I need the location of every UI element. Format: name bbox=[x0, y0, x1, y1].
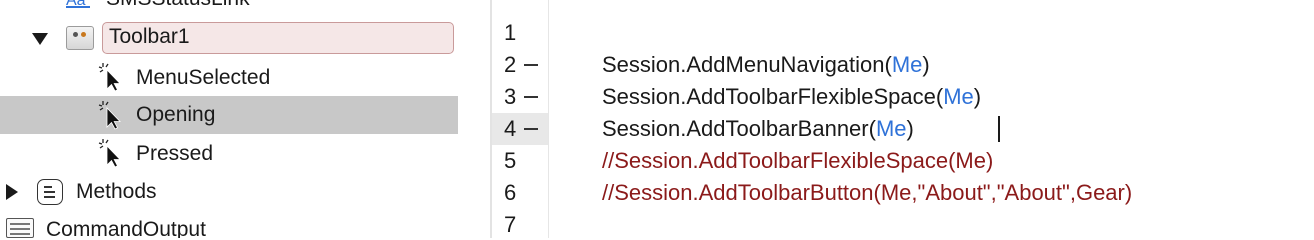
text-caret bbox=[998, 116, 1000, 142]
code-comment-line[interactable]: //Session.AddToolbarFlexibleSpace(Me) bbox=[602, 145, 993, 177]
keyword-token: Me bbox=[875, 116, 907, 141]
line-number-current: 4 bbox=[492, 113, 548, 145]
line-number: 7 bbox=[504, 212, 517, 237]
event-label: MenuSelected bbox=[136, 66, 271, 89]
nav-item-label: CommandOutput bbox=[46, 218, 206, 238]
nav-event-opening[interactable]: Opening bbox=[0, 96, 458, 134]
nav-item-label: Methods bbox=[76, 180, 157, 203]
text-label-icon: Aa bbox=[66, 0, 90, 8]
nav-item-smsstatuslink[interactable]: Aa SMSStatusLink bbox=[0, 0, 490, 18]
line-number: 1 bbox=[504, 20, 517, 45]
line-number: 5 bbox=[504, 148, 517, 173]
code-line[interactable]: Session.AddToolbarFlexibleSpace(Me) bbox=[602, 81, 981, 113]
keyword-token: Me bbox=[943, 84, 974, 109]
event-label: Opening bbox=[136, 103, 216, 126]
line-number: 2 bbox=[492, 49, 548, 81]
window-icon bbox=[6, 218, 34, 238]
gutter-separator bbox=[548, 0, 549, 238]
line-number-gutter: 1 2 3 4 5 6 7 bbox=[492, 0, 548, 238]
code-comment-line[interactable]: //Session.AddToolbarButton(Me,"About","A… bbox=[602, 177, 1132, 209]
code-editor[interactable]: 1 2 3 4 5 6 7 Session.AddMenuNavigation(… bbox=[492, 0, 1314, 238]
nav-item-methods[interactable]: Methods bbox=[0, 173, 490, 211]
nav-event-pressed[interactable]: Pressed bbox=[0, 135, 490, 173]
disclosure-open-icon[interactable] bbox=[32, 33, 48, 45]
line-number: 6 bbox=[504, 180, 517, 205]
nav-item-label: SMSStatusLink bbox=[106, 0, 250, 11]
nav-event-menuselected[interactable]: MenuSelected bbox=[0, 59, 490, 97]
toolbar-control-icon bbox=[66, 26, 94, 50]
keyword-token: Me bbox=[891, 52, 923, 77]
disclosure-closed-icon[interactable] bbox=[6, 184, 18, 200]
code-line-current[interactable]: Session.AddToolbarBanner(Me) bbox=[602, 113, 914, 145]
project-navigator: Aa SMSStatusLink Toolbar1 MenuSelected bbox=[0, 0, 490, 238]
toolbar1-name-field[interactable]: Toolbar1 bbox=[102, 22, 454, 54]
code-line[interactable]: Session.AddMenuNavigation(Me) bbox=[602, 49, 930, 81]
event-label: Pressed bbox=[136, 142, 214, 165]
methods-list-icon bbox=[37, 179, 63, 205]
event-cursor-icon bbox=[98, 101, 121, 130]
nav-item-commandoutput[interactable]: CommandOutput bbox=[0, 211, 490, 238]
event-cursor-icon bbox=[98, 63, 121, 92]
event-cursor-icon bbox=[98, 139, 121, 168]
line-number: 3 bbox=[492, 81, 548, 113]
